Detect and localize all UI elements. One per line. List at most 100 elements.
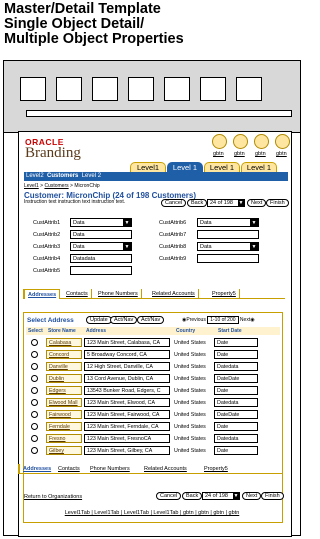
next-icon[interactable]: ◉ (250, 317, 254, 323)
store-name-link[interactable]: Fresno (46, 434, 82, 443)
store-name-link[interactable]: Calabasa (46, 338, 82, 347)
start-date-input[interactable]: Date (214, 350, 258, 359)
address-input[interactable]: 123 Main Street, Gilbey, CA (84, 446, 170, 455)
start-date-input[interactable]: Date (214, 338, 258, 347)
address-bar[interactable] (26, 110, 292, 117)
store-name-link[interactable]: Fairwood (46, 410, 82, 419)
row-select-radio[interactable] (31, 363, 38, 370)
pager-previous[interactable]: Previous (186, 317, 205, 323)
toolbar-button-2[interactable] (56, 77, 82, 101)
pager-next[interactable]: Next (240, 317, 250, 323)
row-select-radio[interactable] (31, 399, 38, 406)
store-name-link[interactable]: Elwood Mall (46, 398, 82, 407)
global-button-icon-3[interactable] (254, 134, 269, 149)
start-date-input[interactable]: Datedata (214, 398, 258, 407)
address-input[interactable]: 123 Main Street, Fairwood, CA (84, 410, 170, 419)
actnav-button-2[interactable]: Act/Nav (137, 316, 165, 324)
global-button-icon-2[interactable] (233, 134, 248, 149)
back-button[interactable]: Back (187, 199, 208, 207)
start-date-input[interactable]: DateDate (214, 410, 258, 419)
nav-customers-active[interactable]: Customers (47, 173, 78, 179)
subtab-phone-numbers[interactable]: Phone Numbers (95, 289, 142, 299)
cancel-button-bottom[interactable]: Cancel (156, 492, 182, 500)
subtab-bottom-related-accounts[interactable]: Related Accounts (144, 464, 187, 474)
start-date-input[interactable]: Datedata (214, 362, 258, 371)
address-input[interactable]: 13 Cord Avenue, Dublin, CA (84, 374, 170, 383)
start-date-input[interactable]: DateDate (214, 374, 258, 383)
finish-button[interactable]: Finish (266, 199, 289, 207)
custattrib1-select[interactable]: Data ▼ (70, 218, 132, 227)
global-link-1[interactable]: gbtn (213, 151, 224, 157)
back-button-bottom[interactable]: Back (182, 492, 203, 500)
address-input[interactable]: 123 Main Street, FresnoCA (84, 434, 170, 443)
return-to-organizations-link[interactable]: Return to Organizations (24, 494, 82, 500)
subtab-addresses[interactable]: Addresses (23, 289, 61, 299)
pager-range-select[interactable]: 1-10 of 200 (207, 316, 239, 324)
toolbar-button-6[interactable] (200, 77, 226, 101)
breadcrumb-customers[interactable]: Customers (44, 183, 68, 189)
subtab-related-accounts[interactable]: Related Accounts (149, 289, 199, 299)
toolbar-button-4[interactable] (128, 77, 154, 101)
tab-level1-c[interactable]: Level 1 (204, 162, 240, 172)
cancel-button[interactable]: Cancel (161, 199, 187, 207)
actnav-button-1[interactable]: Act/Nav (110, 316, 138, 324)
address-input[interactable]: 123 Main Street, Elwood, CA (84, 398, 170, 407)
address-input[interactable]: 12 High Street, Danville, CA (84, 362, 170, 371)
address-input[interactable]: 13543 Bunker Road, Edgers, C (84, 386, 170, 395)
subtab-property5[interactable]: Property5 (209, 289, 240, 299)
next-button[interactable]: Next (247, 199, 267, 207)
breadcrumb-level1[interactable]: Level1 (24, 183, 39, 189)
store-name-link[interactable]: Ferndale (46, 422, 82, 431)
record-page-select[interactable]: 24 of 198 ▼ (207, 199, 245, 207)
global-button-icon-1[interactable] (212, 134, 227, 149)
subtab-bottom-property5[interactable]: Property5 (204, 464, 228, 474)
row-select-radio[interactable] (31, 423, 38, 430)
start-date-input[interactable]: Date (214, 422, 258, 431)
next-button-bottom[interactable]: Next (242, 492, 262, 500)
update-button[interactable]: Update (86, 316, 112, 324)
global-link-3[interactable]: gbtn (255, 151, 266, 157)
tab-level1-active[interactable]: Level 1 (167, 162, 203, 172)
address-input[interactable]: 5 Broadway Concord, CA (84, 350, 170, 359)
store-name-link[interactable]: Dublin (46, 374, 82, 383)
start-date-input[interactable]: Date (214, 386, 258, 395)
start-date-input[interactable]: Date (214, 446, 258, 455)
row-select-radio[interactable] (31, 435, 38, 442)
custattrib6-select[interactable]: Data ▼ (197, 218, 259, 227)
custattrib4-input[interactable]: Datadata (70, 254, 132, 263)
store-name-link[interactable]: Edgers (46, 386, 82, 395)
custattrib8-select[interactable]: Data ▼ (197, 242, 259, 251)
toolbar-button-1[interactable] (20, 77, 46, 101)
row-select-radio[interactable] (31, 375, 38, 382)
row-select-radio[interactable] (31, 447, 38, 454)
custattrib3-select[interactable]: Data ▼ (70, 242, 132, 251)
subtab-bottom-addresses[interactable]: Addresses (18, 464, 54, 474)
global-link-2[interactable]: gbtn (234, 151, 245, 157)
row-select-radio[interactable] (31, 351, 38, 358)
address-input[interactable]: 123 Main Street, Ferndale, CA (84, 422, 170, 431)
custattrib2-input[interactable]: Data (70, 230, 132, 239)
store-name-link[interactable]: Concord (46, 350, 82, 359)
store-name-link[interactable]: Gilbey (46, 446, 82, 455)
store-name-link[interactable]: Danville (46, 362, 82, 371)
nav-level2b-link[interactable]: Level 2 (82, 173, 101, 179)
subtab-contacts[interactable]: Contacts (63, 289, 92, 299)
tab-level1-d[interactable]: Level 1 (241, 162, 277, 172)
global-button-icon-4[interactable] (275, 134, 290, 149)
footer-links[interactable]: Level1Tab | Level1Tab | Level1Tab | Leve… (0, 510, 304, 516)
subtab-bottom-contacts[interactable]: Contacts (58, 464, 80, 474)
global-link-4[interactable]: gbtn (276, 151, 287, 157)
toolbar-button-5[interactable] (164, 77, 190, 101)
subtab-bottom-phone-numbers[interactable]: Phone Numbers (90, 464, 130, 474)
record-page-select-bottom[interactable]: 24 of 198 ▼ (202, 492, 240, 500)
custattrib7-input[interactable] (197, 230, 259, 239)
start-date-input[interactable]: Datedata (214, 434, 258, 443)
row-select-radio[interactable] (31, 339, 38, 346)
address-input[interactable]: 123 Main Street, Calabasa, CA (84, 338, 170, 347)
custattrib9-input[interactable] (197, 254, 259, 263)
custattrib5-input[interactable] (70, 266, 132, 275)
row-select-radio[interactable] (31, 387, 38, 394)
row-select-radio[interactable] (31, 411, 38, 418)
finish-button-bottom[interactable]: Finish (261, 492, 284, 500)
toolbar-button-3[interactable] (92, 77, 118, 101)
